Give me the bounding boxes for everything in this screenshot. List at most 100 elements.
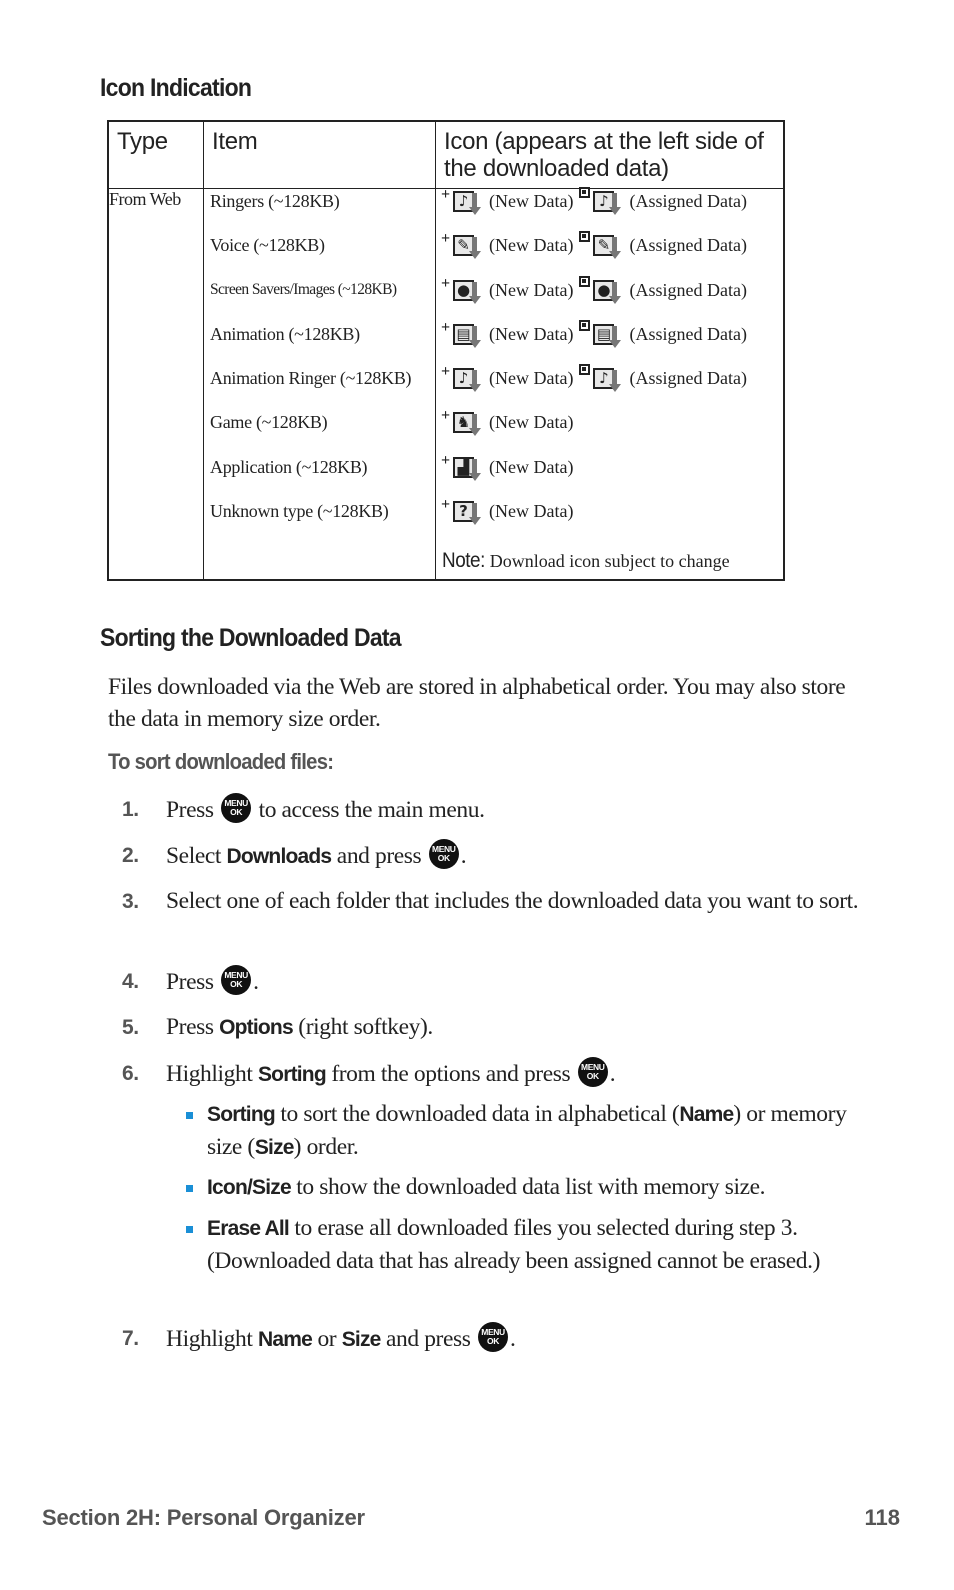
step-number: 4. — [122, 970, 139, 993]
bullet-erase-all: Erase All to erase all downloaded files … — [186, 1212, 866, 1278]
step-number: 7. — [122, 1327, 139, 1350]
menu-term: Downloads — [226, 845, 333, 868]
new-data-label: (New Data) — [489, 279, 574, 300]
type-cell: From Web — [107, 188, 204, 581]
menu-term: Name — [257, 1328, 313, 1351]
step-text: or — [311, 1326, 342, 1352]
assigned-data-mark-icon — [579, 319, 591, 331]
step-number: 2. — [122, 844, 139, 867]
icon-row: +? (New Data) — [436, 496, 783, 543]
image-icon: ● — [593, 278, 623, 306]
assigned-data-label: (Assigned Data) — [629, 368, 747, 389]
step-6: 6. Highlight Sorting from the options an… — [108, 1057, 868, 1091]
step-text: from the options and press — [325, 1061, 576, 1087]
voice-icon: ✎ — [453, 233, 483, 261]
animation-ringer-icon: ♪ — [593, 366, 623, 394]
step-text: Select — [166, 843, 227, 869]
bullet-icon-size: Icon/Size to show the downloaded data li… — [186, 1171, 866, 1204]
icon-row: + ♪ (New Data) ♪ (Assigned Data) — [436, 363, 783, 410]
column-header-item: Item — [203, 121, 436, 189]
sorting-intro: Files downloaded via the Web are stored … — [108, 674, 846, 732]
sorting-heading: Sorting the Downloaded Data — [100, 624, 402, 652]
step-text: Press — [166, 797, 220, 823]
item-label: Application (~128KB) — [210, 456, 368, 477]
download-arrow-icon — [609, 281, 622, 306]
menu-term: Size — [254, 1136, 295, 1159]
icon-row: + ● (New Data) ● (Assigned Data) — [436, 275, 783, 322]
step-text: Highlight — [166, 1061, 258, 1087]
bullet-text: ) order. — [293, 1134, 359, 1160]
image-icon: ● — [453, 278, 483, 306]
download-arrow-icon — [469, 325, 481, 350]
icon-row: + ▟ (New Data) — [436, 452, 783, 499]
step-text: (right softkey). — [292, 1014, 433, 1040]
step-number: 5. — [122, 1016, 139, 1039]
note: Note: Download icon subject to change — [436, 543, 783, 573]
new-data-label: (New Data) — [489, 501, 574, 522]
table-header-row: Type Item Icon (appears at the left side… — [107, 121, 784, 189]
item-label: Screen Savers/Images (~128KB) — [210, 280, 397, 298]
new-data-label: (New Data) — [489, 456, 574, 477]
icons-cell: + ♪ (New Data) ♪ (Assigned Data) + ✎ (New Data)… — [435, 186, 784, 581]
download-arrow-icon — [469, 503, 481, 527]
step-text: and press — [380, 1326, 476, 1352]
new-data-plus-icon: + — [441, 407, 451, 425]
column-header-type: Type — [107, 121, 204, 189]
download-arrow-icon — [469, 193, 481, 217]
download-arrow-icon — [609, 370, 622, 394]
icon-indication-heading: Icon Indication — [100, 74, 252, 102]
menu-term: Options — [219, 1016, 294, 1039]
bullet-text: to sort the downloaded data in alphabeti… — [274, 1101, 680, 1127]
ringer-icon: ♪ — [593, 189, 623, 217]
table-body-row: From Web Ringers (~128KB) Voice (~128KB) S… — [107, 186, 784, 581]
menu-term: Sorting — [257, 1063, 327, 1086]
item-label: Animation (~128KB) — [210, 323, 360, 344]
voice-icon: ✎ — [593, 233, 623, 261]
menu-term: Erase All — [207, 1217, 290, 1240]
bullet-text: to show the downloaded data list with me… — [290, 1174, 766, 1200]
item-label: Game (~128KB) — [210, 412, 328, 433]
bullet-sorting: Sorting to sort the downloaded data in a… — [186, 1098, 866, 1164]
step-text: . — [509, 1326, 516, 1352]
item-label: Animation Ringer (~128KB) — [210, 368, 412, 389]
download-arrow-icon — [469, 458, 481, 483]
note-text: Download icon subject to change — [489, 551, 730, 572]
step-number: 3. — [122, 890, 139, 913]
unknown-icon: ? — [453, 499, 483, 527]
download-arrow-icon — [469, 281, 481, 306]
animation-icon: ▤ — [453, 322, 483, 350]
new-data-plus-icon: + — [441, 496, 451, 514]
download-arrow-icon — [609, 325, 622, 350]
download-arrow-icon — [469, 237, 481, 261]
application-icon: ▟ — [453, 455, 483, 483]
items-cell: Ringers (~128KB) Voice (~128KB) Screen Sav… — [203, 188, 436, 581]
new-data-plus-icon: + — [441, 318, 451, 336]
download-arrow-icon — [609, 193, 622, 217]
animation-ringer-icon: ♪ — [453, 366, 483, 394]
step-text: Select one of each folder that includes … — [166, 888, 859, 914]
assigned-data-label: (Assigned Data) — [629, 279, 747, 300]
bullet-text: to erase all downloaded files you select… — [207, 1215, 821, 1274]
icon-row: + ♪ (New Data) ♪ (Assigned Data) — [436, 186, 783, 233]
step-2: 2. Select Downloads and press MENU OK. — [108, 839, 868, 873]
menu-ok-key-icon: MENU OK — [221, 793, 252, 823]
download-arrow-icon — [469, 370, 481, 394]
step-text: . — [609, 1061, 616, 1087]
bullet-square-icon — [186, 1185, 193, 1192]
step-text: Highlight — [166, 1326, 258, 1352]
bullet-square-icon — [186, 1226, 193, 1233]
step-number: 6. — [122, 1062, 139, 1085]
step-3: 3. Select one of each folder that includ… — [108, 885, 868, 918]
step-text: . — [253, 969, 259, 995]
menu-term: Icon/Size — [207, 1176, 292, 1199]
menu-ok-key-icon: MENU OK — [428, 839, 459, 869]
download-arrow-icon — [469, 414, 481, 438]
new-data-plus-icon: + — [441, 274, 451, 292]
assigned-data-mark-icon — [579, 275, 591, 287]
step-7: 7. Highlight Name or Size and press MENU… — [108, 1322, 868, 1356]
menu-term: Size — [341, 1328, 382, 1351]
game-icon: ♞ — [453, 410, 483, 438]
footer-page-number: 118 — [864, 1505, 901, 1530]
new-data-plus-icon: + — [441, 230, 451, 248]
assigned-data-label: (Assigned Data) — [629, 191, 747, 211]
